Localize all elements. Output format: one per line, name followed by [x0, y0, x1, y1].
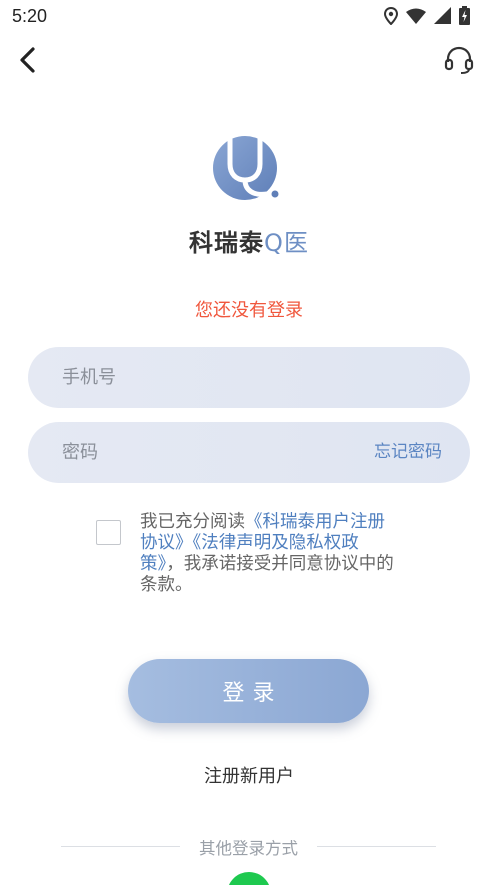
forgot-password-link[interactable]: 忘记密码 [374, 422, 442, 483]
location-icon [384, 6, 398, 25]
brand-name-main: 科瑞泰 [189, 229, 265, 257]
status-time: 5:20 [12, 6, 48, 26]
divider-right [317, 846, 436, 847]
wechat-login-button[interactable] [227, 872, 271, 885]
phone-input[interactable] [62, 347, 362, 408]
phone-field [28, 347, 470, 408]
password-field: 忘记密码 [28, 422, 470, 483]
headset-icon [444, 46, 474, 74]
brand-logo [209, 134, 287, 206]
brand-name: 科瑞泰Q医 [0, 223, 498, 258]
login-button[interactable]: 登录 [128, 659, 369, 723]
divider-left [61, 846, 180, 847]
battery-charging-icon [459, 6, 470, 25]
stethoscope-logo-icon [213, 136, 282, 201]
login-status-message: 您还没有登录 [195, 300, 303, 321]
agreement-suffix: ，我承诺接受并同意协议中的条款。 [140, 554, 394, 595]
status-icons [384, 6, 470, 25]
status-bar: 5:20 [0, 0, 498, 34]
agreement-checkbox[interactable] [96, 520, 121, 545]
agreement-prefix: 我已充分阅读 [140, 512, 245, 532]
brand-name-accent: Q医 [264, 229, 309, 257]
wifi-icon [406, 8, 426, 24]
register-link[interactable]: 注册新用户 [0, 762, 498, 788]
back-button[interactable] [12, 44, 44, 76]
customer-service-button[interactable] [441, 44, 477, 76]
signal-icon [434, 7, 451, 24]
agreement-text: 我已充分阅读《科瑞泰用户注册协议》《法律声明及隐私权政策》，我承诺接受并同意协议… [140, 512, 402, 596]
chevron-left-icon [20, 47, 35, 73]
password-input[interactable] [62, 422, 362, 483]
other-login-label: 其他登录方式 [199, 839, 298, 858]
